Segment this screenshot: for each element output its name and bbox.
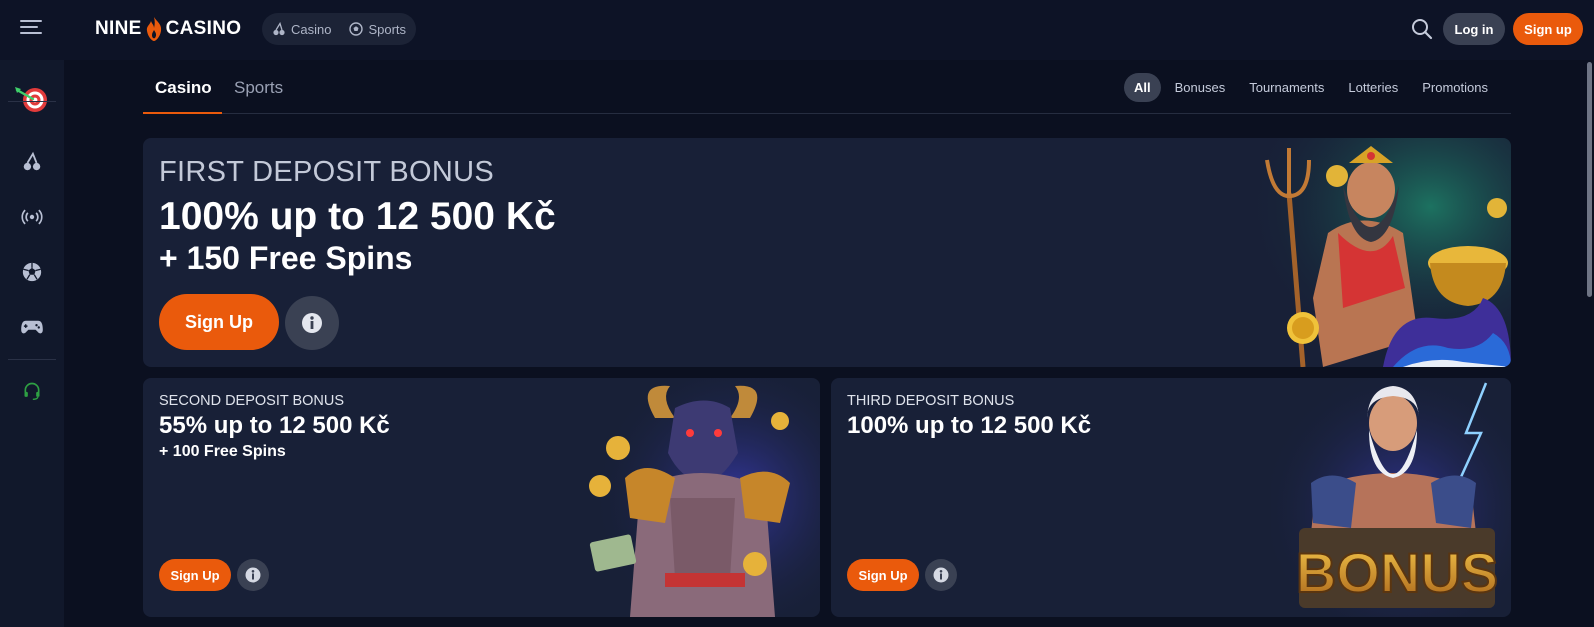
flame-logo-icon [146, 17, 161, 41]
menu-icon[interactable] [20, 20, 42, 38]
third-deposit-card[interactable]: THIRD DEPOSIT BONUS 100% up to 12 500 Kč… [831, 378, 1511, 617]
second-deposit-spins: + 100 Free Spins [159, 443, 286, 460]
third-deposit-title: THIRD DEPOSIT BONUS [847, 393, 1015, 409]
second-deposit-signup-button[interactable]: Sign Up [159, 559, 231, 591]
first-deposit-card[interactable]: FIRST DEPOSIT BONUS 100% up to 12 500 Kč… [143, 138, 1511, 367]
tab-casino[interactable]: Casino [155, 78, 212, 98]
live-broadcast-icon[interactable] [18, 203, 46, 231]
cherries-icon[interactable] [18, 148, 46, 176]
logo-text-left: NINE [95, 18, 142, 39]
main-tabs: Casino Sports All Bonuses Tournaments Lo… [143, 70, 1511, 114]
third-deposit-signup-button[interactable]: Sign Up [847, 559, 919, 591]
logo[interactable]: NINE CASINO [95, 16, 241, 42]
soccer-ball-icon [349, 22, 364, 36]
minotaur-illustration [580, 378, 820, 617]
filter-bonuses[interactable]: Bonuses [1165, 73, 1236, 102]
dart-target-icon[interactable] [13, 80, 49, 116]
top-bar: NINE CASINO Casino Sports Log in Sign up [0, 0, 1594, 60]
top-nav: Casino Sports [262, 13, 417, 45]
info-icon[interactable] [285, 296, 339, 350]
first-deposit-signup-button[interactable]: Sign Up [159, 294, 279, 350]
filter-lotteries[interactable]: Lotteries [1338, 73, 1408, 102]
poseidon-illustration [1243, 138, 1511, 367]
first-deposit-spins: + 150 Free Spins [159, 240, 413, 276]
sidebar-divider [8, 359, 56, 360]
active-tab-indicator [143, 112, 222, 114]
first-deposit-amount: 100% up to 12 500 Kč [159, 195, 556, 238]
third-deposit-amount: 100% up to 12 500 Kč [847, 412, 1092, 439]
scrollbar-thumb[interactable] [1587, 62, 1592, 297]
logo-text-right: CASINO [165, 18, 242, 39]
sidebar [0, 60, 64, 627]
soccer-ball-icon[interactable] [18, 258, 46, 286]
nav-casino-label: Casino [291, 21, 332, 37]
filter-tournaments[interactable]: Tournaments [1239, 73, 1334, 102]
login-button[interactable]: Log in [1443, 13, 1505, 45]
headset-support-icon[interactable] [18, 377, 46, 405]
search-icon[interactable] [1410, 17, 1434, 41]
sidebar-divider [8, 101, 56, 102]
zeus-illustration: BONUS [1271, 378, 1511, 617]
second-deposit-title: SECOND DEPOSIT BONUS [159, 393, 345, 409]
filter-all[interactable]: All [1124, 73, 1161, 102]
filter-promotions[interactable]: Promotions [1412, 73, 1498, 102]
cherries-icon [273, 22, 285, 36]
second-deposit-amount: 55% up to 12 500 Kč [159, 412, 390, 439]
tab-sports[interactable]: Sports [234, 78, 283, 98]
filter-chips: All Bonuses Tournaments Lotteries Promot… [1124, 73, 1498, 102]
second-deposit-card[interactable]: SECOND DEPOSIT BONUS 55% up to 12 500 Kč… [143, 378, 820, 617]
nav-casino[interactable]: Casino [272, 22, 331, 37]
first-deposit-title: FIRST DEPOSIT BONUS [159, 156, 494, 188]
info-icon[interactable] [237, 559, 269, 591]
page-scrollbar[interactable] [1585, 60, 1594, 627]
nav-sports[interactable]: Sports [349, 22, 406, 37]
gamepad-icon[interactable] [18, 313, 46, 341]
signup-button[interactable]: Sign up [1513, 13, 1583, 45]
info-icon[interactable] [925, 559, 957, 591]
nav-sports-label: Sports [368, 21, 407, 37]
bonus-sign-text: BONUS [1296, 541, 1498, 604]
